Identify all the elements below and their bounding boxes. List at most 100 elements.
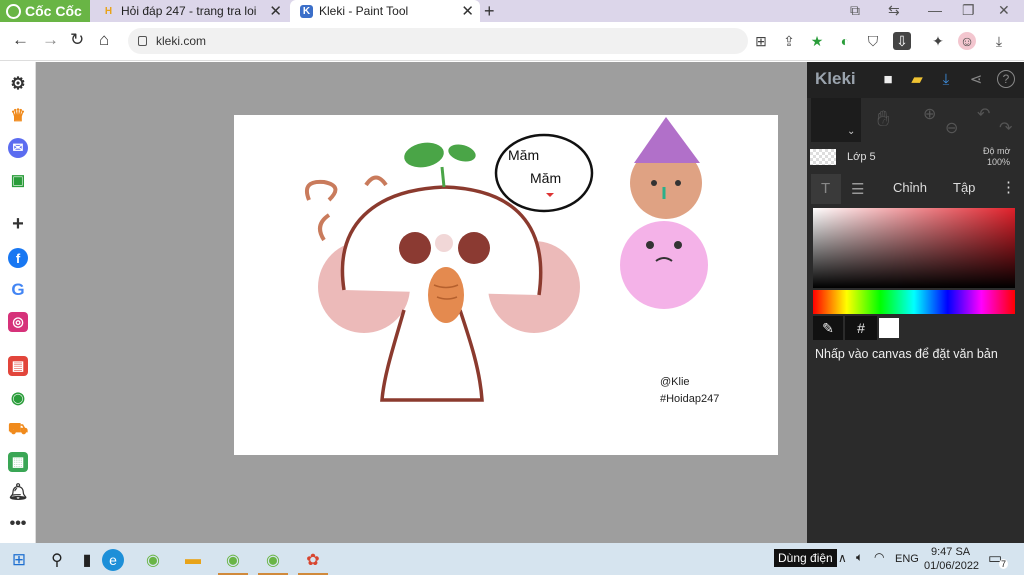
opacity-value: 100% — [987, 157, 1011, 167]
signature-line-1: @Klie — [660, 376, 690, 388]
redo-icon[interactable]: ↷ — [999, 118, 1012, 138]
volume-icon[interactable]: 🔈︎ — [856, 550, 863, 565]
address-bar[interactable]: kleki.com — [128, 28, 748, 54]
coccoc-menu-button[interactable]: Cốc Cốc — [0, 0, 90, 22]
cart-icon[interactable]: ⛟ — [8, 420, 28, 440]
coccoc-taskbar-icon[interactable]: ◉ — [142, 549, 164, 571]
speech-text-line-1: Măm — [508, 147, 539, 163]
share-icon[interactable]: ⇪ — [780, 32, 798, 50]
settings-gear-icon[interactable]: ⚙ — [8, 74, 28, 94]
downloads-icon[interactable]: ⤓ — [990, 32, 1008, 50]
help-icon[interactable]: ? — [997, 70, 1015, 88]
drawing-canvas[interactable]: Măm Măm @Klie #Hoidap247 — [234, 115, 778, 455]
open-folder-icon[interactable]: ▰ — [908, 70, 926, 88]
forward-icon[interactable]: → — [42, 30, 59, 50]
browser-sidebar: ⚙ ♛ ✉ ▣ + f G ◎ ▤ ◉ ⛟ ▦ 🔔︎ ••• — [0, 62, 36, 543]
clock-date[interactable]: 01/06/2022 — [924, 560, 979, 572]
wifi-icon[interactable]: ◠ — [874, 550, 884, 564]
tab-kleki[interactable]: K Kleki - Paint Tool ✕ — [290, 0, 480, 22]
savings-icon[interactable]: ◉ — [8, 388, 28, 408]
text-tool-icon: T — [821, 180, 831, 197]
messenger-icon[interactable]: ✉ — [8, 138, 28, 158]
sheet-icon[interactable]: ▦ — [8, 452, 28, 472]
hex-input-button[interactable]: # — [845, 316, 877, 340]
shopping-icon[interactable]: ▤ — [8, 356, 28, 376]
power-tooltip: Dùng điện — [774, 549, 837, 567]
home-icon[interactable]: ⌂ — [99, 30, 109, 50]
artwork-drawing: Măm Măm @Klie #Hoidap247 — [304, 117, 719, 405]
coccoc-window-1-icon[interactable]: ◉ — [222, 549, 244, 571]
paint-app-icon[interactable]: ✿ — [302, 549, 324, 571]
kleki-favicon-icon: K — [300, 4, 313, 18]
google-icon[interactable]: G — [8, 280, 28, 300]
more-options-icon[interactable]: ⋮ — [1001, 178, 1016, 196]
hue-slider[interactable] — [813, 290, 1015, 314]
clock-time[interactable]: 9:47 SA — [931, 546, 970, 558]
reload-icon[interactable]: ↻ — [70, 30, 84, 50]
download-manager-icon[interactable]: ⇩ — [893, 32, 911, 50]
layer-name[interactable]: Lớp 5 — [847, 151, 876, 163]
task-view-icon[interactable]: ▮ — [76, 549, 98, 571]
coccoc-window-2-icon[interactable]: ◉ — [262, 549, 284, 571]
new-image-icon[interactable]: ■ — [879, 70, 897, 88]
browser-brand: Cốc Cốc — [25, 3, 82, 19]
share-image-icon[interactable]: ⋖ — [967, 70, 985, 88]
translate-icon[interactable]: ⊞ — [752, 32, 770, 50]
edge-icon[interactable]: e — [102, 549, 124, 571]
back-icon[interactable]: ← — [12, 30, 29, 50]
tab-adjust[interactable]: Chỉnh — [893, 180, 927, 195]
panel-header: Kleki ■ ▰ ⤓ ⋖ ? — [807, 62, 1024, 98]
signature-line-2: #Hoidap247 — [660, 393, 719, 405]
coccoc-logo-icon — [6, 3, 21, 19]
minimize-icon[interactable]: — — [928, 2, 942, 18]
shield-icon[interactable]: ⛉ — [864, 32, 882, 50]
color-picker-sv[interactable] — [813, 208, 1015, 288]
layers-icon[interactable]: ☰ — [851, 180, 864, 198]
hand-tool-icon[interactable]: ✋︎ — [877, 106, 890, 132]
notification-bell-icon[interactable]: 🔔︎ — [8, 482, 28, 502]
more-icon[interactable]: ••• — [8, 514, 28, 534]
extensions-icon[interactable]: ✦ — [929, 32, 947, 50]
close-window-icon[interactable]: ✕ — [998, 2, 1010, 19]
opacity-label: Độ mờ — [983, 146, 1011, 156]
current-color-swatch[interactable] — [879, 318, 899, 338]
tab-file[interactable]: Tập — [953, 180, 975, 195]
color-tools-row: ✎ # — [813, 316, 1015, 340]
facebook-icon[interactable]: f — [8, 248, 28, 268]
search-icon[interactable]: ⚲ — [46, 549, 68, 571]
language-indicator[interactable]: ENG — [895, 553, 919, 565]
tab-close-icon[interactable]: ✕ — [269, 2, 282, 20]
notification-count: 7 — [999, 559, 1009, 569]
restore-tabs-icon[interactable]: ⇆ — [888, 2, 900, 19]
chevron-down-icon[interactable]: ⌄ — [847, 126, 855, 137]
tray-chevron-icon[interactable]: ∧ — [838, 551, 847, 565]
kleki-tool-panel: Kleki ■ ▰ ⤓ ⋖ ? ⌄ ✋︎ ⊕ ⊖ ↶ ↷ Lớp 5 Độ mờ… — [807, 62, 1024, 543]
crown-icon[interactable]: ♛ — [8, 106, 28, 126]
tab-title: Kleki - Paint Tool — [319, 4, 409, 18]
windows-start-icon[interactable]: ⊞ — [8, 549, 30, 571]
windows-taskbar: ⊞ ⚲ ▮ e ◉ ▬ ◉ ◉ ✿ Dùng điện ∧ 🔈︎ ◠ ENG 9… — [0, 543, 1024, 575]
new-tab-button[interactable]: + — [484, 0, 495, 22]
tab-close-icon[interactable]: ✕ — [461, 2, 474, 20]
profile-avatar-icon[interactable]: ☺ — [958, 32, 976, 50]
game-icon[interactable]: ▣ — [8, 170, 28, 190]
bookmark-star-icon[interactable]: ★ — [808, 32, 826, 50]
screenshot-icon[interactable]: ⧉ — [850, 2, 860, 19]
eyedropper-icon[interactable]: ✎ — [813, 316, 843, 340]
zoom-in-icon[interactable]: ⊕ — [923, 104, 936, 124]
add-shortcut-icon[interactable]: + — [8, 213, 28, 235]
address-toolbar: ← → ↻ ⌂ kleki.com ⊞ ⇪ ★ ◐ ⛉ ⇩ ✦ ☺ ⤓ — [0, 22, 1024, 61]
dark-mode-icon[interactable]: ◐ — [836, 32, 854, 50]
tab-title: Hỏi đáp 247 - trang tra loi — [121, 4, 257, 18]
download-image-icon[interactable]: ⤓ — [937, 70, 955, 88]
lock-icon — [138, 36, 147, 46]
layer-thumbnail[interactable] — [810, 149, 836, 165]
instagram-icon[interactable]: ◎ — [8, 312, 28, 332]
kleki-logo: Kleki — [815, 69, 856, 88]
file-explorer-icon[interactable]: ▬ — [182, 549, 204, 571]
zoom-out-icon[interactable]: ⊖ — [945, 118, 958, 138]
maximize-icon[interactable]: ❐ — [962, 2, 975, 19]
url-text: kleki.com — [156, 34, 207, 48]
tab-hoidap[interactable]: H Hỏi đáp 247 - trang tra loi ✕ — [92, 0, 288, 22]
undo-icon[interactable]: ↶ — [977, 104, 990, 124]
